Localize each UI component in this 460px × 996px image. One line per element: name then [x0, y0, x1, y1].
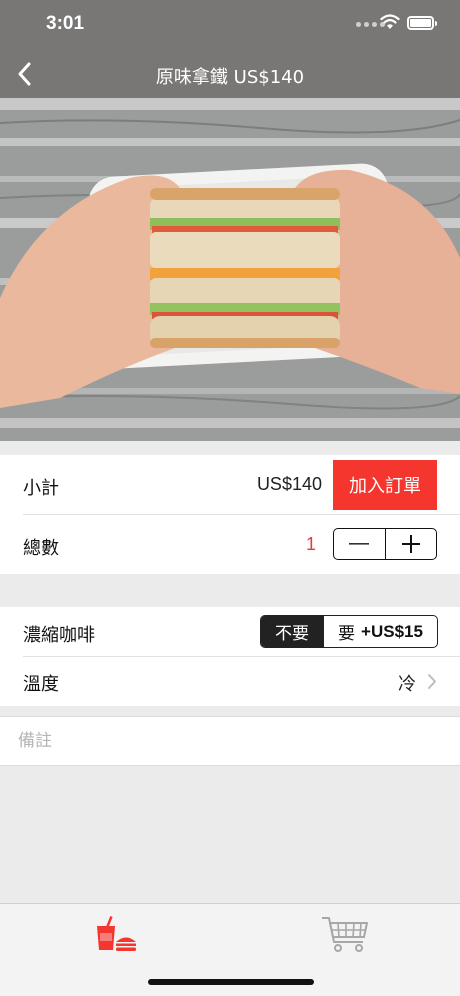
add-to-order-button[interactable]: 加入訂單: [333, 460, 437, 510]
tab-menu[interactable]: [85, 912, 145, 956]
subtotal-row: 小計 US$140 加入訂單: [0, 455, 460, 515]
quantity-stepper[interactable]: [333, 528, 437, 560]
quantity-value: 1: [306, 534, 317, 554]
tab-cart[interactable]: [315, 912, 375, 956]
quantity-label: 總數: [23, 538, 59, 559]
navigation-bar: 原味拿鐵 US$140: [0, 50, 460, 98]
espresso-option-yes-price: +US$15: [361, 621, 423, 641]
quantity-row: 總數 1: [0, 515, 460, 574]
chevron-right-icon: [428, 674, 436, 689]
home-indicator[interactable]: [148, 979, 314, 985]
status-bar: 3:01: [0, 0, 460, 50]
note-input[interactable]: [18, 717, 438, 765]
espresso-row: 濃縮咖啡 不要 要 +US$15: [0, 607, 460, 657]
espresso-option-yes[interactable]: 要 +US$15: [323, 616, 437, 647]
subtotal-value: US$140: [256, 474, 322, 494]
temperature-label: 溫度: [23, 674, 59, 695]
temperature-value: 冷: [398, 674, 416, 695]
battery-icon: [407, 16, 437, 30]
minus-icon: [349, 543, 370, 545]
status-time: 3:01: [46, 13, 85, 34]
wifi-icon: [380, 14, 400, 29]
decrement-button[interactable]: [334, 529, 385, 559]
subtotal-label: 小計: [23, 478, 59, 499]
espresso-option-no[interactable]: 不要: [261, 616, 323, 647]
food-drink-icon: [97, 916, 136, 951]
plus-icon: [401, 535, 420, 553]
espresso-label: 濃縮咖啡: [23, 625, 95, 646]
page-title: 原味拿鐵 US$140: [155, 67, 305, 88]
cart-icon: [322, 917, 368, 952]
espresso-segmented-control[interactable]: 不要 要 +US$15: [260, 615, 438, 648]
section-spacer: [0, 441, 460, 455]
espresso-option-yes-label: 要: [338, 624, 356, 644]
increment-button[interactable]: [384, 529, 437, 559]
note-row: [0, 716, 460, 766]
product-image: [0, 98, 460, 441]
temperature-row[interactable]: 溫度 冷: [0, 657, 460, 706]
